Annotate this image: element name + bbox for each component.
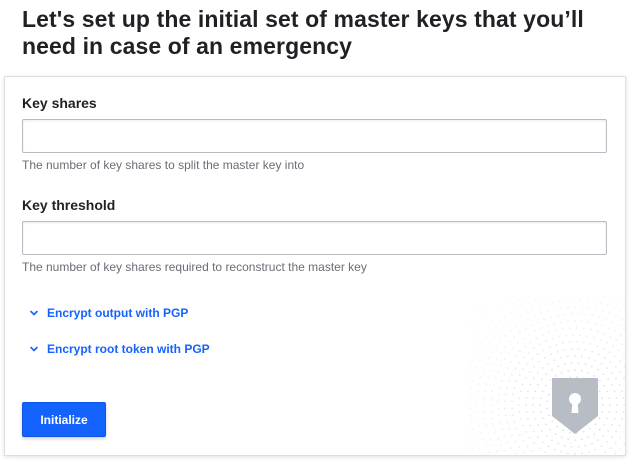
key-shares-input[interactable] [22, 119, 607, 153]
encrypt-root-token-pgp-toggle[interactable]: Encrypt root token with PGP [29, 342, 210, 356]
lock-shield-icon [550, 376, 600, 441]
chevron-down-icon [29, 308, 39, 318]
key-shares-help: The number of key shares to split the ma… [22, 158, 305, 172]
key-threshold-input[interactable] [22, 221, 607, 255]
initialize-button[interactable]: Initialize [22, 402, 106, 437]
key-threshold-help: The number of key shares required to rec… [22, 260, 367, 274]
encrypt-output-pgp-toggle[interactable]: Encrypt output with PGP [29, 306, 188, 320]
encrypt-root-token-pgp-label: Encrypt root token with PGP [47, 342, 210, 356]
key-shares-label: Key shares [22, 95, 97, 111]
key-threshold-label: Key threshold [22, 197, 116, 213]
init-form-card: Key shares The number of key shares to s… [4, 76, 626, 456]
chevron-down-icon [29, 344, 39, 354]
dot-pattern-decoration [465, 295, 625, 455]
encrypt-output-pgp-label: Encrypt output with PGP [47, 306, 189, 320]
page-title: Let's set up the initial set of master k… [22, 6, 584, 59]
